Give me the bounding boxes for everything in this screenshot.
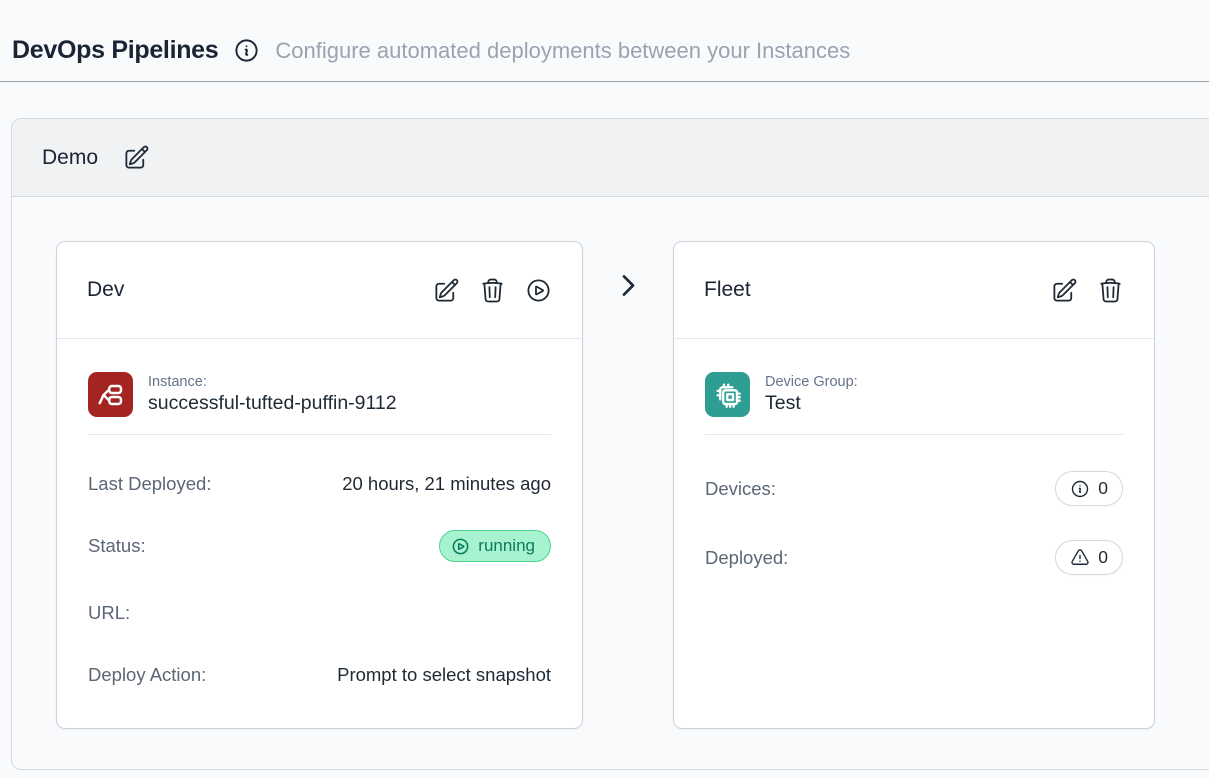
- edit-fleet-button[interactable]: [1051, 277, 1078, 304]
- page-header: DevOps Pipelines Configure automated dep…: [0, 0, 1209, 81]
- warning-triangle-icon: [1070, 548, 1090, 568]
- dev-card-title: Dev: [87, 278, 124, 302]
- device-group-icon: [705, 372, 750, 417]
- instance-icon: [88, 372, 133, 417]
- deploy-action-value: Prompt to select snapshot: [337, 664, 551, 686]
- trash-icon: [479, 277, 506, 304]
- trash-icon: [1097, 277, 1124, 304]
- deploy-action-row: Deploy Action: Prompt to select snapshot: [88, 664, 551, 686]
- last-deployed-label: Last Deployed:: [88, 473, 211, 495]
- run-stage-button[interactable]: [525, 277, 552, 304]
- last-deployed-row: Last Deployed: 20 hours, 21 minutes ago: [88, 473, 551, 495]
- fleet-card-title: Fleet: [704, 278, 751, 302]
- fleet-stage-card: Fleet: [673, 241, 1155, 729]
- pipeline-panel-header: Demo: [12, 119, 1209, 197]
- pipeline-stages: Dev: [12, 197, 1209, 769]
- status-row: Status: running: [88, 530, 551, 562]
- pencil-square-icon: [123, 144, 150, 171]
- page-subtitle: Configure automated deployments between …: [275, 38, 850, 64]
- pipeline-name: Demo: [42, 146, 98, 170]
- deployed-label: Deployed:: [705, 547, 788, 569]
- status-label: Status:: [88, 535, 146, 557]
- dev-stage-card: Dev: [56, 241, 583, 729]
- deployed-row: Deployed: 0: [705, 540, 1123, 575]
- status-badge: running: [439, 530, 551, 562]
- header-divider: [0, 81, 1209, 82]
- fleet-card-body: Device Group: Test Devices: 0 Deplo: [674, 339, 1154, 575]
- pencil-square-icon: [1051, 277, 1078, 304]
- deployed-count-badge[interactable]: 0: [1055, 540, 1123, 575]
- chevron-right-icon: [614, 271, 643, 300]
- device-group-label: Device Group:: [765, 374, 858, 390]
- page-title: DevOps Pipelines: [12, 36, 218, 65]
- edit-stage-button[interactable]: [433, 277, 460, 304]
- play-circle-icon: [451, 537, 470, 556]
- last-deployed-value: 20 hours, 21 minutes ago: [342, 473, 551, 495]
- pencil-square-icon: [433, 277, 460, 304]
- info-circle-icon: [1070, 479, 1090, 499]
- devices-row: Devices: 0: [705, 471, 1123, 506]
- url-label: URL:: [88, 602, 130, 624]
- fleet-card-actions: [1051, 277, 1124, 304]
- card-divider: [705, 434, 1123, 435]
- url-row: URL:: [88, 602, 551, 624]
- deploy-action-label: Deploy Action:: [88, 664, 206, 686]
- device-group-row: Device Group: Test: [705, 372, 1123, 417]
- card-divider: [88, 434, 551, 435]
- pipeline-panel: Demo Dev: [11, 118, 1209, 770]
- status-badge-text: running: [478, 536, 535, 556]
- devices-count-badge[interactable]: 0: [1055, 471, 1123, 506]
- dev-card-header: Dev: [57, 242, 582, 339]
- dev-card-body: Instance: successful-tufted-puffin-9112 …: [57, 339, 582, 686]
- dev-card-actions: [433, 277, 552, 304]
- instance-label: Instance:: [148, 374, 397, 390]
- edit-pipeline-button[interactable]: [123, 144, 150, 171]
- info-icon[interactable]: [233, 37, 260, 64]
- instance-row: Instance: successful-tufted-puffin-9112: [88, 372, 551, 417]
- pipeline-arrow: [614, 271, 643, 300]
- devices-count: 0: [1098, 478, 1108, 499]
- devices-label: Devices:: [705, 478, 776, 500]
- play-circle-icon: [525, 277, 552, 304]
- delete-fleet-button[interactable]: [1097, 277, 1124, 304]
- deployed-count: 0: [1098, 547, 1108, 568]
- delete-stage-button[interactable]: [479, 277, 506, 304]
- device-group-name: Test: [765, 392, 858, 415]
- fleet-card-header: Fleet: [674, 242, 1154, 339]
- instance-name: successful-tufted-puffin-9112: [148, 392, 397, 415]
